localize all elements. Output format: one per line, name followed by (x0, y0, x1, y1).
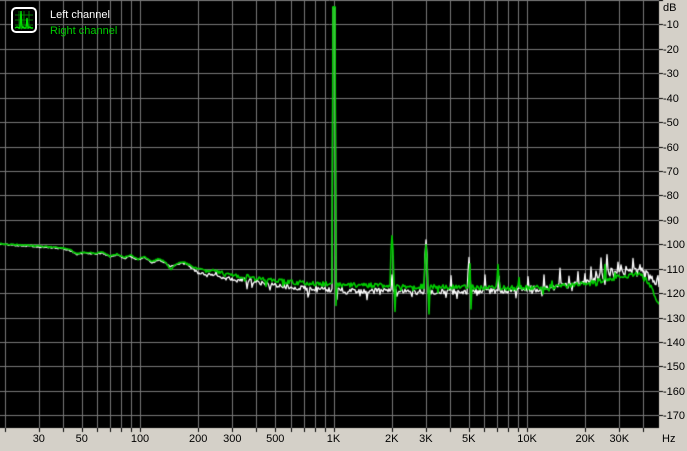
y-tick-label: -130 (663, 312, 686, 325)
x-tick-label: 1K (326, 433, 341, 445)
y-tick-label: -140 (663, 337, 686, 350)
legend: Left channel Right channel (11, 7, 117, 39)
x-tick-label: 100 (130, 433, 150, 445)
y-tick-label: -160 (663, 385, 686, 398)
y-tick-label: -70 (663, 166, 679, 178)
y-tick-label: -40 (663, 92, 679, 105)
x-tick-label: 10K (517, 433, 537, 445)
legend-right-channel: Right channel (50, 25, 118, 37)
y-tick-label: -80 (663, 190, 679, 203)
x-tick-label: 20K (575, 433, 596, 445)
legend-labels: Left channel Right channel (50, 7, 117, 39)
y-tick-label: -50 (663, 117, 679, 130)
y-tick-label: -120 (663, 288, 686, 301)
y-tick-label: -150 (663, 361, 686, 374)
y-tick-label: -60 (663, 141, 679, 154)
x-tick-label: 30K (609, 433, 630, 445)
x-tick-label: 200 (189, 433, 208, 445)
y-tick-label: -10 (663, 19, 679, 32)
y-tick-label: -90 (663, 214, 679, 227)
x-tick-label: 50 (75, 433, 88, 445)
y-axis-unit-label: dB (663, 2, 677, 14)
legend-left-channel: Left channel (50, 9, 110, 21)
noise-spectrum-plot (0, 0, 687, 451)
spectrum-analyzer-panel: Left channel Right channel dB Hz -10 -20 -… (0, 0, 687, 451)
y-tick-label: -20 (663, 43, 679, 56)
x-tick-label: 3K (419, 433, 433, 445)
spectrum-chart-icon (11, 7, 37, 33)
y-tick-label: -30 (663, 68, 679, 81)
x-tick-label: 5K (462, 433, 476, 445)
x-axis-unit-label: Hz (662, 433, 676, 445)
y-tick-label: -110 (663, 263, 685, 276)
x-tick-label: 2K (385, 433, 399, 445)
x-tick-label: 30 (32, 433, 45, 445)
y-tick-label: -170 (663, 410, 686, 423)
x-tick-label: 500 (266, 433, 285, 445)
y-tick-label: -100 (663, 239, 686, 252)
x-tick-label: 300 (223, 433, 242, 445)
